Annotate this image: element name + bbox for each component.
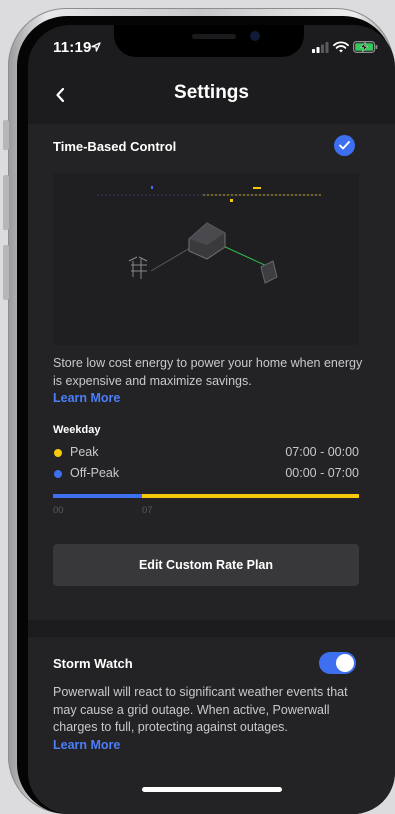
off-peak-dot <box>54 470 62 478</box>
home-indicator[interactable] <box>142 787 282 792</box>
storm-watch-description: Powerwall will react to significant weat… <box>53 684 368 754</box>
timeline-label-mid: 07 <box>142 505 153 516</box>
learn-more-link-time-based[interactable]: Learn More <box>53 391 120 405</box>
description-text: Store low cost energy to power your home… <box>53 356 363 388</box>
volume-up-button <box>3 175 9 230</box>
storm-watch-title: Storm Watch <box>53 656 133 671</box>
energy-flow-diagram <box>53 173 359 345</box>
off-peak-time: 00:00 - 07:00 <box>285 466 359 480</box>
mute-switch <box>3 120 9 150</box>
cellular-signal-icon <box>312 42 329 53</box>
peak-dot <box>54 449 62 457</box>
energy-flow-illustration <box>97 186 321 284</box>
schedule-row-off-peak: Off-Peak 00:00 - 07:00 <box>53 466 359 484</box>
peak-label: Peak <box>70 445 99 459</box>
page-title: Settings <box>174 82 249 103</box>
navigation-bar: Settings <box>28 75 395 115</box>
status-time: 11:19 <box>53 39 92 56</box>
timeline-label-start: 00 <box>53 505 64 516</box>
storm-watch-text: Powerwall will react to significant weat… <box>53 685 348 734</box>
app-screen: 11:19 Settings Time-Based Control Store … <box>28 25 395 814</box>
earpiece-speaker <box>192 34 236 39</box>
peak-time: 07:00 - 00:00 <box>285 445 359 459</box>
battery-charging-icon <box>353 41 378 53</box>
time-based-control-description: Store low cost energy to power your home… <box>53 355 368 408</box>
checkmark-icon <box>339 141 350 150</box>
time-based-control-checkbox[interactable] <box>334 135 355 156</box>
location-arrow-icon <box>91 42 101 52</box>
wifi-icon <box>333 41 349 53</box>
volume-down-button <box>3 245 9 300</box>
device-notch <box>114 25 304 57</box>
front-camera <box>250 31 260 41</box>
timeline-peak-segment <box>142 494 359 498</box>
schedule-title: Weekday <box>53 424 101 436</box>
edit-custom-rate-plan-button[interactable]: Edit Custom Rate Plan <box>53 544 359 586</box>
toggle-knob <box>336 654 354 672</box>
timeline-off-peak-segment <box>53 494 142 498</box>
storm-watch-toggle[interactable] <box>319 652 356 674</box>
schedule-row-peak: Peak 07:00 - 00:00 <box>53 445 359 463</box>
learn-more-link-storm-watch[interactable]: Learn More <box>53 738 120 752</box>
rate-timeline <box>53 494 359 498</box>
time-based-control-title: Time-Based Control <box>53 139 177 154</box>
off-peak-label: Off-Peak <box>70 466 120 480</box>
